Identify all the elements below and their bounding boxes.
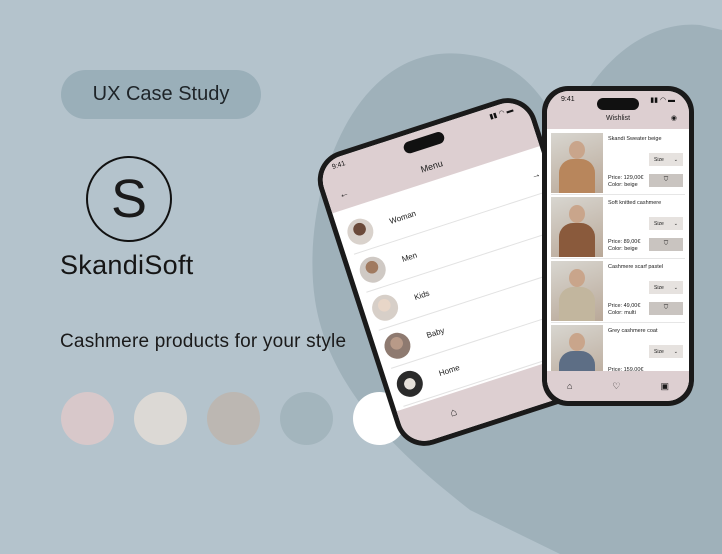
size-label: Size [654, 284, 664, 291]
sweater-shape [559, 223, 595, 257]
wishlist-list: Skandi Sweater beige Size ⌄ Price: 129,00… [551, 131, 685, 387]
sweater-shape [559, 159, 595, 193]
avatar [356, 252, 389, 286]
cart-icon: ⛉ [663, 305, 669, 311]
avatar [380, 328, 414, 362]
size-dropdown[interactable]: Size ⌄ [649, 281, 683, 294]
product-color: Color: multi [608, 310, 636, 316]
home-icon[interactable]: ⌂ [449, 406, 459, 419]
product-name: Skandi Sweater beige [608, 136, 662, 142]
product-image [551, 197, 603, 257]
product-price: Price: 49,00€ [608, 303, 641, 309]
chevron-down-icon: ⌄ [673, 284, 678, 291]
signal-icon: ▮▮ ◠ ▬ [650, 97, 675, 104]
cart-icon: ⛉ [663, 177, 669, 183]
tagline: Cashmere products for your style [60, 331, 347, 352]
arrow-right-icon: → [529, 168, 542, 181]
avatar [343, 214, 377, 248]
wishlist-screen: 9:41 ▮▮ ◠ ▬ Wishlist ◉ Skandi Sweater be… [547, 91, 689, 401]
size-label: Size [654, 156, 664, 163]
product-color: Color: beige [608, 246, 638, 252]
add-to-cart-button[interactable]: ⛉ [649, 238, 683, 251]
size-dropdown[interactable]: Size ⌄ [649, 217, 683, 230]
brand-logo: S [86, 156, 172, 242]
product-price: Price: 129,00€ [608, 175, 644, 181]
color-swatch-3 [207, 392, 260, 445]
add-to-cart-button[interactable]: ⛉ [649, 302, 683, 315]
case-study-label: UX Case Study [92, 83, 230, 105]
color-swatch-4 [280, 392, 333, 445]
logo-letter: S [110, 169, 148, 229]
add-to-cart-button[interactable]: ⛉ [649, 174, 683, 187]
color-swatch-1 [61, 392, 114, 445]
product-color: Color: beige [608, 182, 638, 188]
dynamic-island [597, 98, 639, 110]
avatar [393, 366, 427, 400]
chevron-down-icon: ⌄ [673, 348, 678, 355]
size-dropdown[interactable]: Size ⌄ [649, 153, 683, 166]
product-price: Price: 89,00€ [608, 239, 641, 245]
sweater-shape [559, 287, 595, 321]
product-name: Grey cashmere coat [608, 328, 658, 334]
wishlist-phone-mockup: 9:41 ▮▮ ◠ ▬ Wishlist ◉ Skandi Sweater be… [542, 86, 694, 406]
avatar [368, 290, 402, 324]
size-label: Size [654, 220, 664, 227]
size-label: Size [654, 348, 664, 355]
user-icon[interactable]: ◉ [671, 114, 677, 122]
product-image [551, 261, 603, 321]
heart-icon[interactable]: ♡ [612, 381, 620, 392]
product-image [551, 133, 603, 193]
cart-icon: ⛉ [663, 241, 669, 247]
product-name: Cashmere scarf pastel [608, 264, 664, 270]
home-icon[interactable]: ⌂ [567, 381, 572, 391]
case-study-badge: UX Case Study [61, 70, 261, 119]
list-item[interactable]: Soft knitted cashmere Size ⌄ Price: 89,00… [551, 195, 685, 259]
list-item[interactable]: Skandi Sweater beige Size ⌄ Price: 129,00… [551, 131, 685, 195]
color-palette [61, 392, 406, 445]
wishlist-title: Wishlist [605, 115, 631, 122]
chevron-down-icon: ⌄ [673, 156, 678, 163]
bag-icon[interactable]: ▣ [660, 381, 669, 392]
brand-name: SkandiSoft [60, 250, 194, 280]
product-name: Soft knitted cashmere [608, 200, 662, 206]
list-item[interactable]: Cashmere scarf pastel Size ⌄ Price: 49,00… [551, 259, 685, 323]
color-swatch-2 [134, 392, 187, 445]
status-time: 9:41 [561, 96, 575, 103]
size-dropdown[interactable]: Size ⌄ [649, 345, 683, 358]
wishlist-tab-bar: ⌂ ♡ ▣ [547, 371, 689, 401]
chevron-down-icon: ⌄ [673, 220, 678, 227]
